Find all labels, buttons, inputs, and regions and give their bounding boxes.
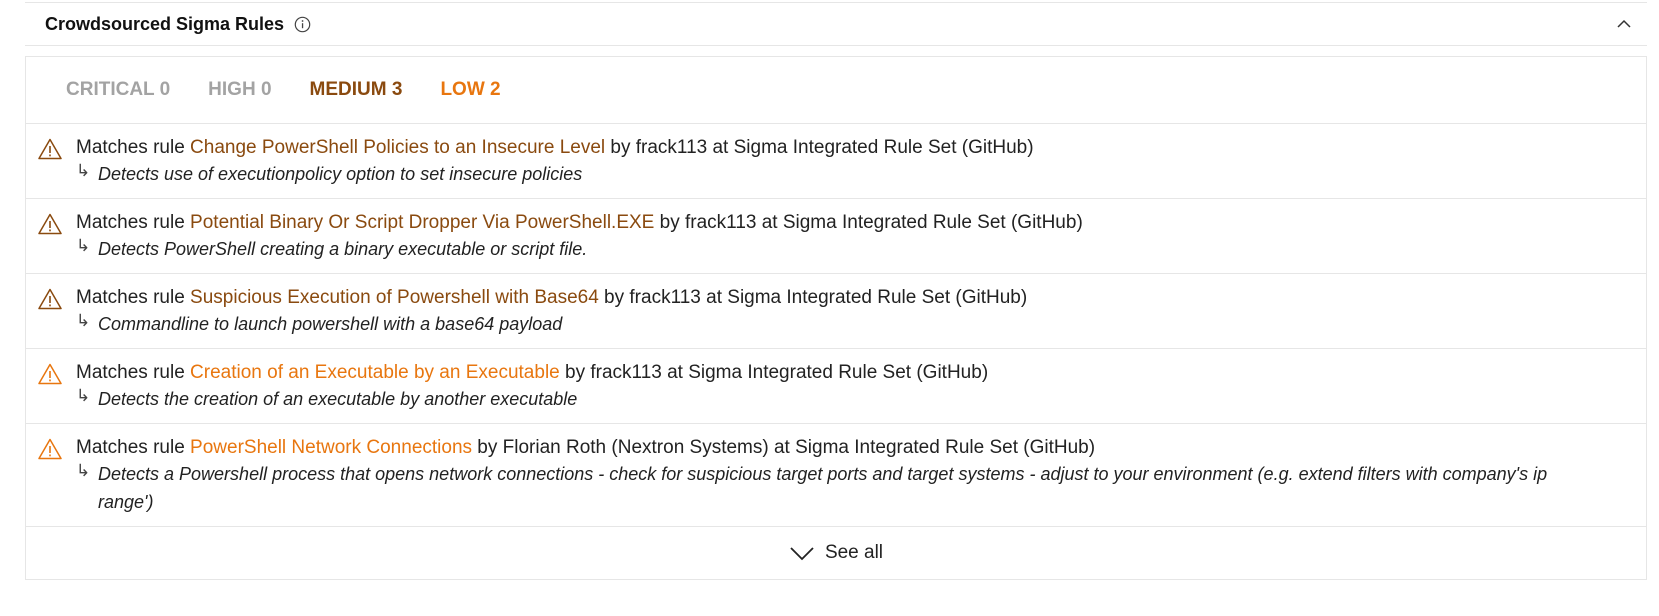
- rule-description-line: ↳ Commandline to launch powershell with …: [76, 310, 1646, 338]
- rule-row: Matches rule Change PowerShell Policies …: [26, 124, 1646, 199]
- rule-title-line: Matches rule Suspicious Execution of Pow…: [76, 286, 1646, 310]
- return-arrow-icon: ↳: [76, 461, 91, 480]
- rules-box: CRITICAL 0 HIGH 0 MEDIUM 3 LOW 2 Matches…: [25, 56, 1647, 580]
- return-arrow-icon: ↳: [76, 311, 91, 330]
- warning-icon: [38, 288, 62, 310]
- rule-link[interactable]: PowerShell Network Connections: [190, 437, 472, 458]
- return-arrow-icon: ↳: [76, 161, 91, 180]
- rule-prefix: Matches rule: [76, 212, 191, 233]
- rule-prefix: Matches rule: [76, 437, 191, 458]
- warning-icon: [38, 213, 62, 235]
- rule-link[interactable]: Change PowerShell Policies to an Insecur…: [190, 137, 605, 158]
- see-all-button[interactable]: See all: [26, 527, 1646, 580]
- count-medium[interactable]: MEDIUM 3: [310, 79, 403, 101]
- severity-counts: CRITICAL 0 HIGH 0 MEDIUM 3 LOW 2: [26, 57, 1646, 124]
- return-arrow-icon: ↳: [76, 386, 91, 405]
- count-critical[interactable]: CRITICAL 0: [66, 79, 170, 101]
- chevron-down-icon: [789, 545, 815, 561]
- rule-title-line: Matches rule Change PowerShell Policies …: [76, 136, 1646, 160]
- rule-row: Matches rule Suspicious Execution of Pow…: [26, 274, 1646, 349]
- rule-title-line: Matches rule Potential Binary Or Script …: [76, 211, 1646, 235]
- rule-description: Detects a Powershell process that opens …: [98, 464, 1548, 512]
- rule-description: Detects PowerShell creating a binary exe…: [98, 239, 588, 259]
- rule-link[interactable]: Potential Binary Or Script Dropper Via P…: [190, 212, 654, 233]
- rule-link[interactable]: Creation of an Executable by an Executab…: [190, 362, 560, 383]
- rule-description: Detects use of executionpolicy option to…: [98, 164, 583, 184]
- chevron-up-icon[interactable]: [1615, 15, 1633, 33]
- rule-description: Detects the creation of an executable by…: [98, 389, 578, 409]
- info-icon[interactable]: [294, 16, 311, 33]
- rule-list: Matches rule Change PowerShell Policies …: [26, 124, 1646, 527]
- rule-description-line: ↳ Detects PowerShell creating a binary e…: [76, 235, 1646, 263]
- rule-link[interactable]: Suspicious Execution of Powershell with …: [190, 287, 599, 308]
- rule-prefix: Matches rule: [76, 362, 191, 383]
- warning-icon: [38, 438, 62, 460]
- rule-prefix: Matches rule: [76, 137, 191, 158]
- rule-title-line: Matches rule PowerShell Network Connecti…: [76, 436, 1646, 460]
- count-low[interactable]: LOW 2: [440, 79, 500, 101]
- warning-icon: [38, 138, 62, 160]
- see-all-label: See all: [824, 542, 884, 563]
- sigma-rules-panel: Crowdsourced Sigma Rules CRITICAL 0 HIGH…: [25, 2, 1647, 580]
- rule-source: by frack113 at Sigma Integrated Rule Set…: [559, 362, 989, 383]
- rule-row: Matches rule Potential Binary Or Script …: [26, 199, 1646, 274]
- rule-description-line: ↳ Detects use of executionpolicy option …: [76, 160, 1646, 188]
- rule-row: Matches rule Creation of an Executable b…: [26, 349, 1646, 424]
- section-header[interactable]: Crowdsourced Sigma Rules: [25, 2, 1647, 46]
- rule-description-line: ↳ Detects the creation of an executable …: [76, 385, 1646, 413]
- rule-source: by frack113 at Sigma Integrated Rule Set…: [598, 287, 1028, 308]
- rule-source: by frack113 at Sigma Integrated Rule Set…: [605, 137, 1034, 158]
- rule-prefix: Matches rule: [76, 287, 191, 308]
- rule-description-line: ↳ Detects a Powershell process that open…: [76, 460, 1646, 516]
- return-arrow-icon: ↳: [76, 236, 91, 255]
- rule-description: Commandline to launch powershell with a …: [98, 314, 563, 334]
- warning-icon: [38, 363, 62, 385]
- count-high[interactable]: HIGH 0: [208, 79, 271, 101]
- rule-source: by Florian Roth (Nextron Systems) at Sig…: [472, 437, 1096, 458]
- rule-row: Matches rule PowerShell Network Connecti…: [26, 424, 1646, 527]
- rule-source: by frack113 at Sigma Integrated Rule Set…: [654, 212, 1083, 233]
- section-title: Crowdsourced Sigma Rules: [45, 13, 285, 34]
- rule-title-line: Matches rule Creation of an Executable b…: [76, 361, 1646, 385]
